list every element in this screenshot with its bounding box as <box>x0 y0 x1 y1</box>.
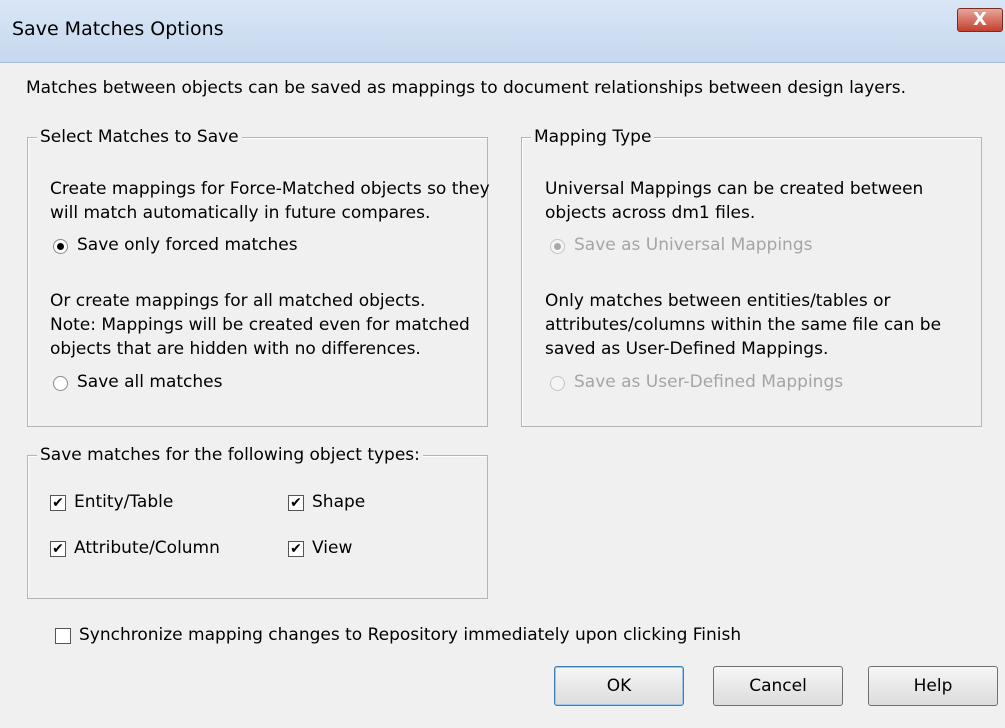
forced-desc-line1: Create mappings for Force-Matched object… <box>50 179 490 199</box>
close-icon[interactable]: X <box>957 8 1003 32</box>
all-desc-line2: Note: Mappings will be created even for … <box>50 315 470 335</box>
user-desc-line3: saved as User-Defined Mappings. <box>545 339 829 359</box>
user-desc-line1: Only matches between entities/tables or <box>545 291 891 311</box>
radio-indicator[interactable] <box>53 376 68 391</box>
universal-desc-line1: Universal Mappings can be created betwee… <box>545 179 924 199</box>
user-desc-line2: attributes/columns within the same file … <box>545 315 942 335</box>
all-desc-line1: Or create mappings for all matched objec… <box>50 291 426 311</box>
title-bar[interactable]: Save Matches Options X <box>0 0 1005 63</box>
intro-text: Matches between objects can be saved as … <box>26 78 906 98</box>
select-matches-legend: Select Matches to Save <box>37 127 242 147</box>
checkbox-view-label: View <box>312 538 353 558</box>
radio-indicator[interactable] <box>550 239 565 254</box>
checkbox-indicator[interactable]: ✔ <box>50 541 66 557</box>
checkbox-indicator[interactable] <box>55 628 71 644</box>
checkbox-attribute-label: Attribute/Column <box>74 538 220 558</box>
cancel-button[interactable]: Cancel <box>713 666 843 706</box>
radio-universal-label: Save as Universal Mappings <box>574 235 813 255</box>
checkbox-indicator[interactable]: ✔ <box>288 541 304 557</box>
all-desc-line3: objects that are hidden with no differen… <box>50 339 421 359</box>
ok-button[interactable]: OK <box>554 666 684 706</box>
radio-save-forced-label: Save only forced matches <box>77 235 298 255</box>
radio-save-all-label: Save all matches <box>77 372 223 392</box>
checkbox-shape-label: Shape <box>312 492 366 512</box>
radio-user-defined-label: Save as User-Defined Mappings <box>574 372 844 392</box>
save-matches-dialog: Save Matches Options X Matches between o… <box>0 0 1005 728</box>
checkbox-entity-label: Entity/Table <box>74 492 174 512</box>
object-types-legend: Save matches for the following object ty… <box>37 445 423 465</box>
checkbox-synchronize-label: Synchronize mapping changes to Repositor… <box>79 625 742 645</box>
window-title: Save Matches Options <box>12 18 224 40</box>
checkbox-indicator[interactable]: ✔ <box>288 495 304 511</box>
help-button[interactable]: Help <box>868 666 998 706</box>
universal-desc-line2: objects across dm1 files. <box>545 203 756 223</box>
forced-desc-line2: will match automatically in future compa… <box>50 203 431 223</box>
object-types-group <box>27 455 488 599</box>
radio-indicator[interactable] <box>550 376 565 391</box>
radio-indicator[interactable] <box>53 239 68 254</box>
mapping-type-legend: Mapping Type <box>531 127 655 147</box>
checkbox-indicator[interactable]: ✔ <box>50 495 66 511</box>
